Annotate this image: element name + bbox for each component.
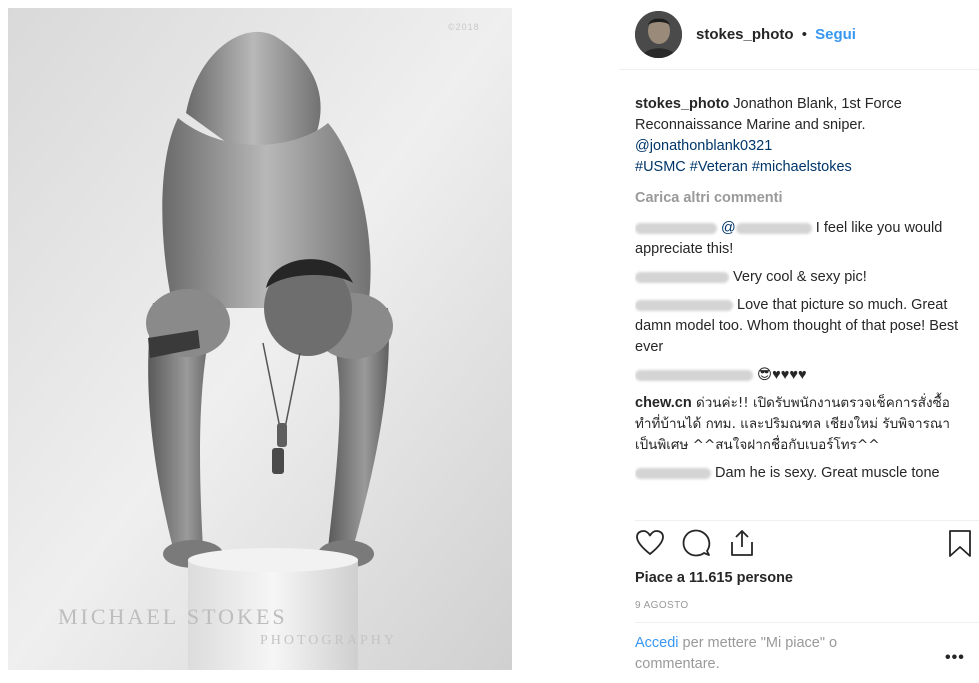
comments-list[interactable]: stokes_photo Jonathon Blank, 1st Force R… bbox=[635, 94, 965, 519]
divider bbox=[635, 520, 979, 521]
post-header: stokes_photo • Segui bbox=[619, 0, 979, 70]
comment-item: Love that picture so much. Great damn mo… bbox=[635, 295, 965, 358]
comment-item: chew.cn ด่วนค่ะ!! เปิดรับพนักงานตรวจเช็ค… bbox=[635, 393, 965, 456]
comment-item: Very cool & sexy pic! bbox=[635, 267, 965, 288]
blurred-username bbox=[635, 369, 753, 381]
caption-mention[interactable]: @jonathonblank0321 bbox=[635, 138, 772, 154]
blurred-username bbox=[635, 271, 729, 283]
action-bar bbox=[635, 528, 979, 564]
caption: stokes_photo Jonathon Blank, 1st Force R… bbox=[635, 94, 965, 178]
comment-item: 😎♥♥♥♥ bbox=[635, 365, 965, 386]
watermark-name: MICHAEL STOKES bbox=[58, 604, 288, 629]
comment-username[interactable]: chew.cn bbox=[635, 395, 692, 411]
caption-username[interactable]: stokes_photo bbox=[635, 96, 729, 112]
caption-hashtags[interactable]: #USMC #Veteran #michaelstokes bbox=[635, 159, 852, 175]
post-image: ©2018 MICHAEL STOKES PHOTOGRAPHY bbox=[8, 8, 512, 670]
blurred-mention bbox=[735, 222, 812, 234]
watermark-sub: PHOTOGRAPHY bbox=[260, 633, 397, 648]
bookmark-icon[interactable] bbox=[945, 528, 977, 560]
post-date[interactable]: 9 AGOSTO bbox=[635, 600, 689, 611]
login-link[interactable]: Accedi bbox=[635, 635, 679, 651]
post-sidebar: stokes_photo • Segui stokes_photo Jonath… bbox=[619, 0, 979, 683]
post-photo: ©2018 MICHAEL STOKES PHOTOGRAPHY bbox=[8, 8, 512, 670]
header-separator: • bbox=[801, 26, 807, 43]
login-prompt: Accedi per mettere "Mi piace" o commenta… bbox=[635, 633, 905, 675]
header-text: stokes_photo • Segui bbox=[696, 26, 856, 43]
divider bbox=[635, 622, 979, 623]
copyright-text: ©2018 bbox=[448, 22, 480, 32]
comment-mention-prefix[interactable]: @ bbox=[721, 220, 736, 236]
comment-text: Dam he is sexy. Great muscle tone bbox=[711, 465, 940, 481]
follow-button[interactable]: Segui bbox=[815, 26, 856, 43]
avatar-image bbox=[635, 11, 682, 58]
avatar[interactable] bbox=[635, 11, 682, 58]
comment-item: @ I feel like you would appreciate this! bbox=[635, 218, 965, 260]
heart-icon[interactable] bbox=[635, 528, 667, 560]
blurred-username bbox=[635, 467, 711, 479]
comment-text: Very cool & sexy pic! bbox=[729, 269, 867, 285]
share-icon[interactable] bbox=[727, 528, 759, 560]
comment-item: Dam he is sexy. Great muscle tone bbox=[635, 463, 965, 484]
comment-icon[interactable] bbox=[681, 528, 713, 560]
blurred-username bbox=[635, 299, 733, 311]
load-more-comments-button[interactable]: Carica altri commenti bbox=[635, 188, 965, 209]
comment-text: 😎♥♥♥♥ bbox=[753, 367, 807, 383]
blurred-username bbox=[635, 222, 717, 234]
more-options-icon[interactable]: ••• bbox=[945, 649, 965, 667]
likes-count[interactable]: Piace a 11.615 persone bbox=[635, 570, 793, 586]
header-username[interactable]: stokes_photo bbox=[696, 26, 794, 43]
